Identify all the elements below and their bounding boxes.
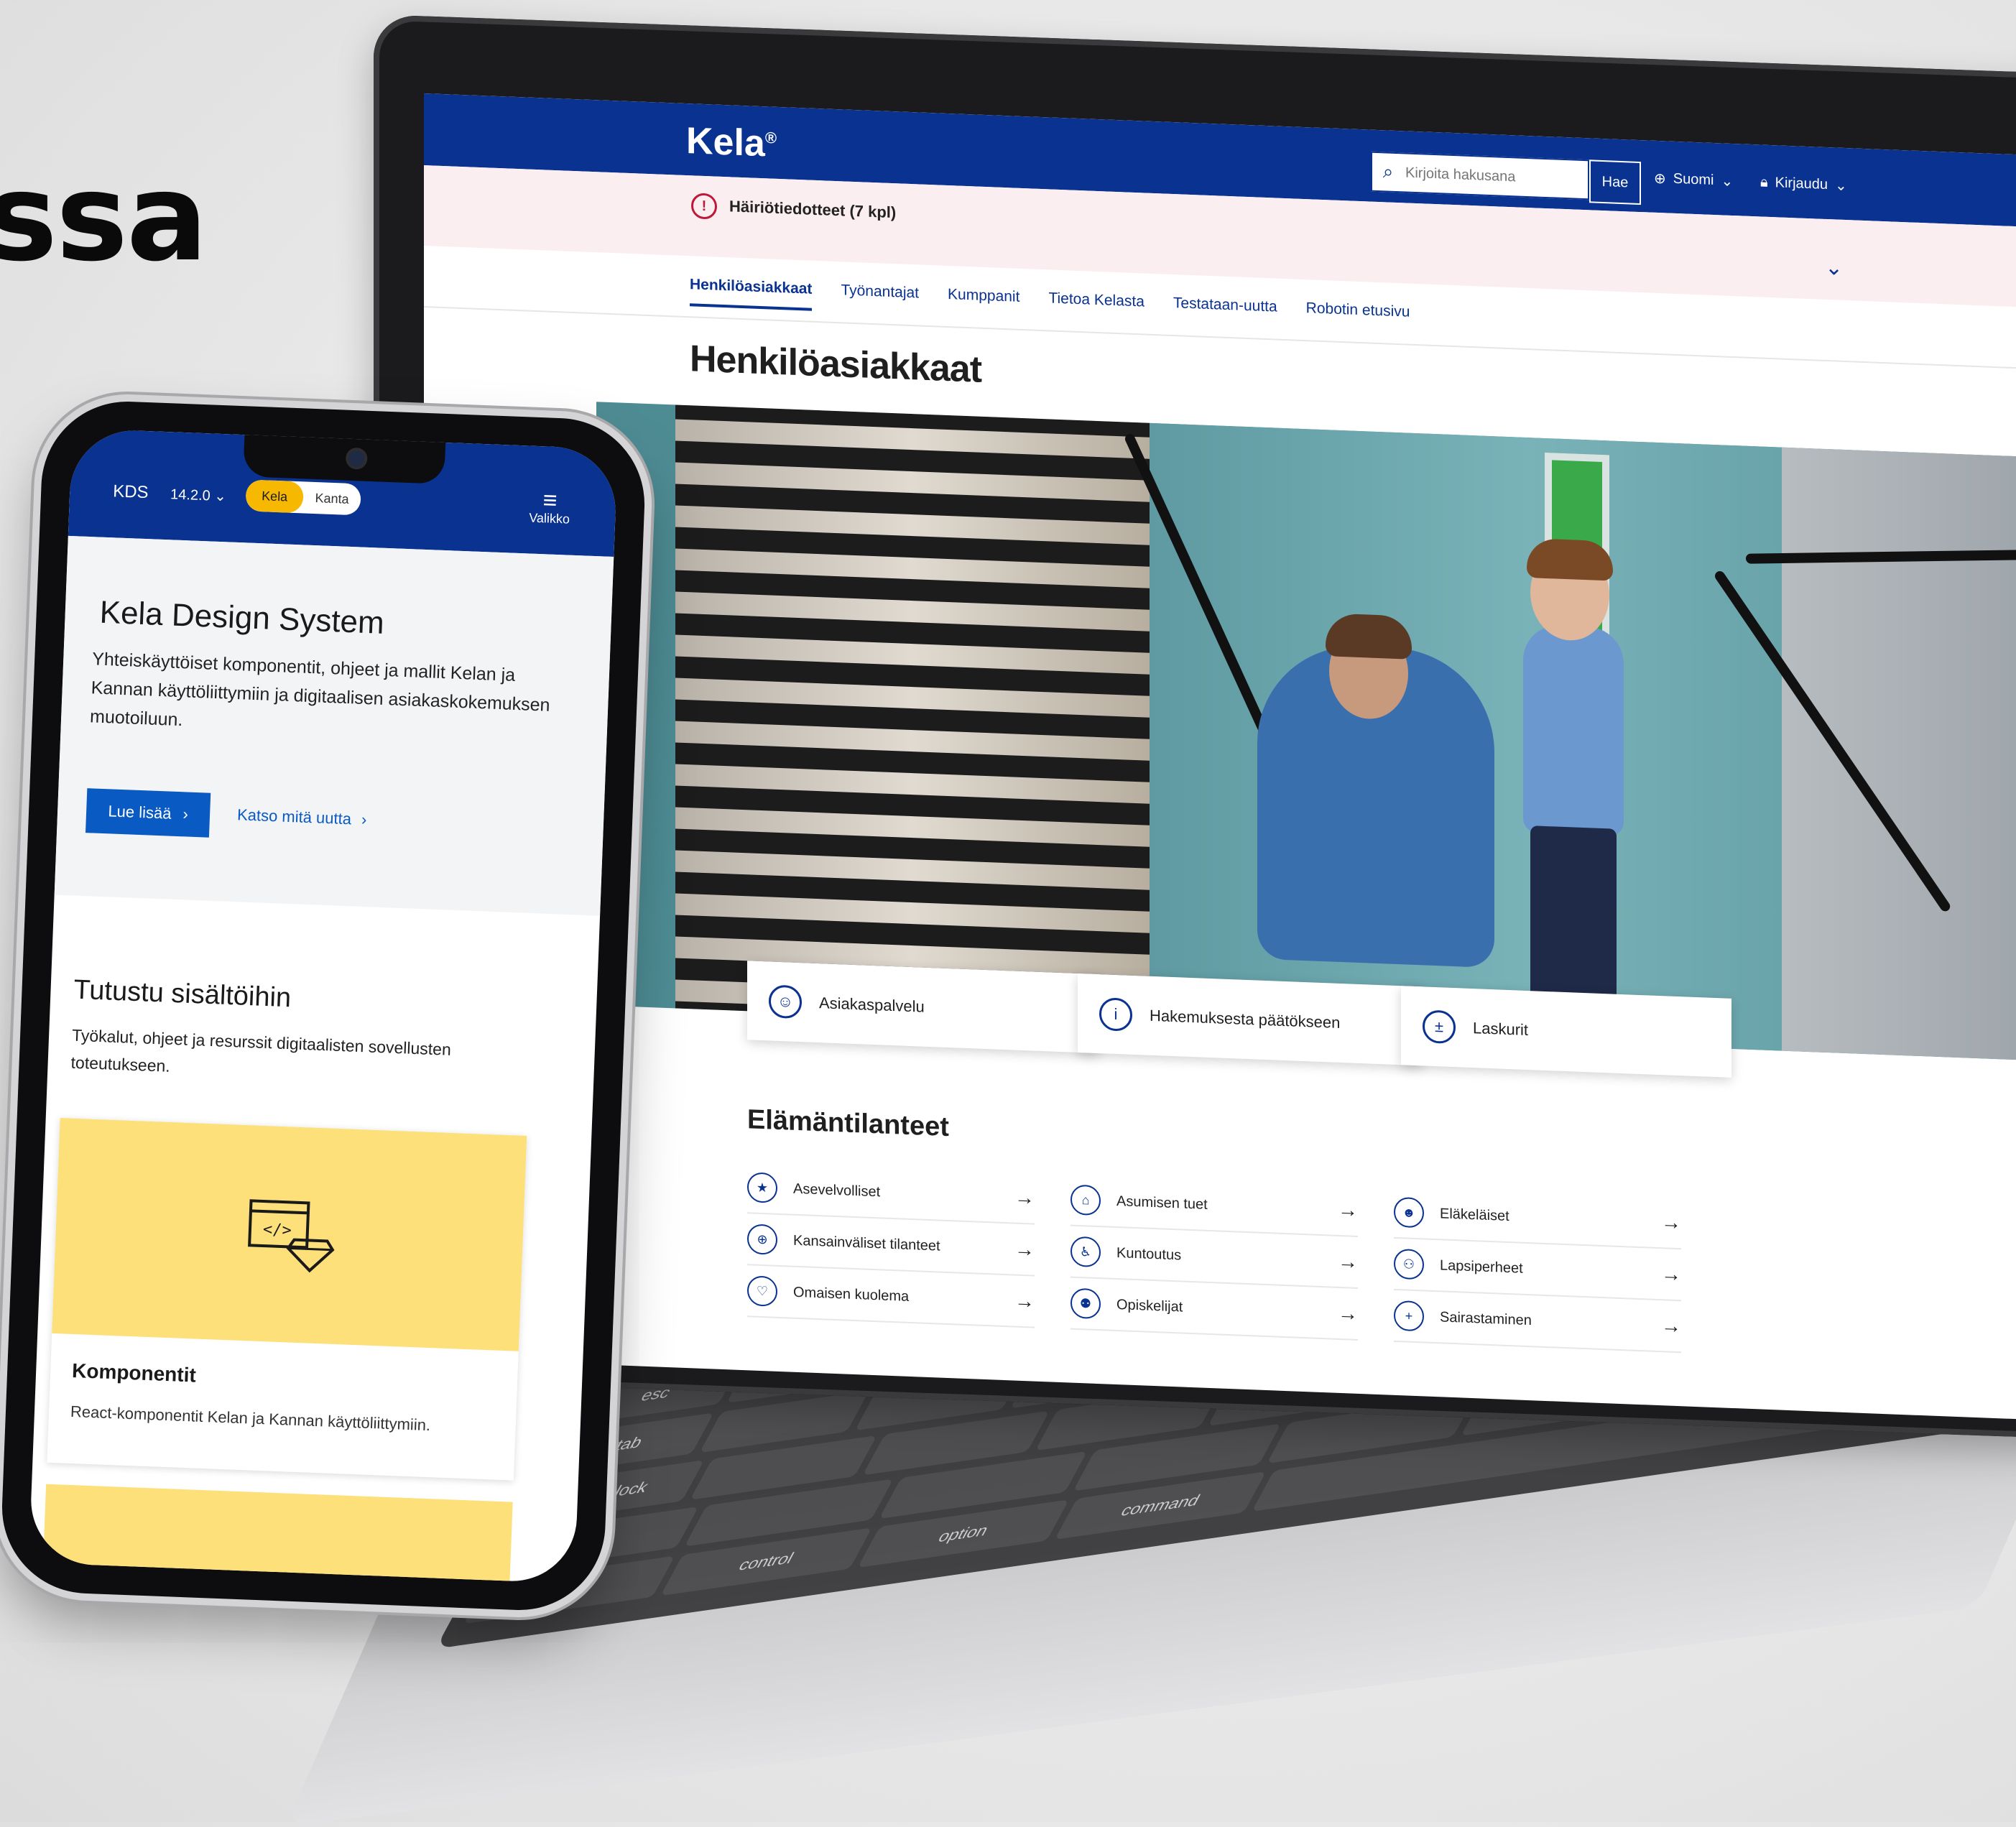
arrow-right-icon: → (1338, 1301, 1358, 1325)
medal-icon: ★ (747, 1172, 777, 1203)
tab-henkiloasiakkaat[interactable]: Henkilöasiakkaat (690, 276, 813, 311)
list-item-label: Kuntoutus (1116, 1244, 1182, 1263)
hero-image (596, 402, 2016, 1061)
heart-icon: ♡ (747, 1275, 777, 1307)
login-label: Kirjaudu (1775, 175, 1828, 193)
calculator-icon: ± (1423, 1009, 1456, 1045)
alert-text: Häiriötiedotteet (7 kpl) (729, 197, 897, 222)
globe-icon: ⊕ (747, 1224, 777, 1255)
alert-icon: ! (691, 193, 717, 220)
section-text: Työkalut, ohjeet ja resurssit digitaalis… (70, 1025, 452, 1076)
kds-brand[interactable]: KDS (113, 481, 149, 503)
family-icon: ⚇ (1394, 1248, 1424, 1280)
svg-text:</>: </> (263, 1221, 292, 1240)
version-selector[interactable]: 14.2.0 ⌄ (170, 485, 227, 505)
person-icon: ☻ (1394, 1196, 1424, 1229)
life-situations-title: Elämäntilanteet (747, 1104, 949, 1143)
arrow-right-icon: → (1014, 1289, 1035, 1313)
search-field[interactable]: ⌕ (1371, 151, 1589, 200)
tab-testataan-uutta[interactable]: Testataan-uutta (1173, 295, 1277, 329)
arrow-right-icon: → (1661, 1314, 1681, 1338)
hero-lead: Yhteiskäyttöiset komponentit, ohjeet ja … (89, 649, 551, 731)
toggle-option-kanta[interactable]: Kanta (302, 481, 361, 515)
phone-notch (243, 433, 446, 484)
logo-mark: ® (764, 128, 777, 147)
language-selector[interactable]: ⊕ Suomi ⌄ (1654, 170, 1733, 190)
students-icon: ⚉ (1071, 1287, 1101, 1320)
list-item-label: Opiskelijat (1116, 1296, 1183, 1315)
language-label: Suomi (1673, 170, 1714, 188)
info-icon: i (1099, 997, 1132, 1032)
phone-screen: KDS 14.2.0 ⌄ Kela Kanta ≡ Valikko Kela D… (28, 427, 619, 1584)
quick-link-laskurit[interactable]: ± Laskurit (1401, 986, 1731, 1078)
menu-label: Valikko (528, 510, 570, 527)
laptop-screen: Kela® ⌕ Hae ⊕ Suomi ⌄ 🔒︎ Kirjaudu ⌄ ! Hä… (424, 93, 2016, 1420)
medical-cross-icon: + (1394, 1300, 1424, 1332)
arrow-right-icon: → (1338, 1249, 1358, 1273)
kela-logo[interactable]: Kela® (686, 119, 777, 166)
headline-fragment: ssa (0, 147, 208, 288)
hamburger-icon: ≡ (542, 486, 558, 514)
quick-link-hakemuksesta-paatokseen[interactable]: i Hakemuksesta päätökseen (1078, 973, 1423, 1066)
read-more-button[interactable]: Lue lisää › (85, 788, 211, 838)
list-item-label: Lapsiperheet (1440, 1257, 1523, 1277)
search-button[interactable]: Hae (1589, 159, 1641, 205)
quick-link-asiakaspalvelu[interactable]: ☺ Asiakaspalvelu (747, 961, 1099, 1054)
login-menu[interactable]: 🔒︎ Kirjaudu ⌄ (1760, 173, 1847, 195)
quick-link-label: Hakemuksesta päätökseen (1150, 1006, 1341, 1032)
code-gem-icon: </> (248, 1199, 335, 1273)
quick-link-label: Asiakaspalvelu (819, 994, 925, 1016)
chevron-down-icon: ⌄ (1835, 177, 1847, 195)
section-title: Tutustu sisältöihin (73, 974, 292, 1014)
phone-device: KDS 14.2.0 ⌄ Kela Kanta ≡ Valikko Kela D… (0, 398, 648, 1614)
list-item-label: Asumisen tuet (1116, 1193, 1208, 1213)
chevron-down-icon: ⌄ (213, 488, 227, 505)
alert-expand-icon[interactable]: ⌄ (1825, 255, 1843, 281)
globe-icon: ⊕ (1654, 170, 1666, 188)
rehab-icon: ♿︎ (1071, 1236, 1101, 1268)
arrow-right-icon: → (1661, 1262, 1681, 1286)
lock-icon: 🔒︎ (1760, 174, 1768, 190)
list-item-label: Asevelvolliset (793, 1180, 881, 1200)
search-input[interactable] (1404, 163, 1550, 188)
main-nav: Henkilöasiakkaat Työnantajat Kumppanit T… (690, 276, 1410, 334)
logo-text: Kela (686, 120, 765, 165)
arrow-right-icon: → (1014, 1185, 1035, 1209)
list-item-label: Eläkeläiset (1440, 1205, 1509, 1224)
search-icon: ⌕ (1382, 160, 1394, 182)
page-title: Henkilöasiakkaat (690, 338, 982, 391)
next-card[interactable] (40, 1484, 513, 1584)
tab-robotin-etusivu[interactable]: Robotin etusivu (1306, 300, 1410, 334)
list-item[interactable]: + Sairastaminen → (1394, 1290, 1681, 1354)
card-text: React-komponentit Kelan ja Kannan käyttö… (70, 1402, 431, 1435)
list-item[interactable]: ⚉ Opiskelijat → (1071, 1277, 1358, 1341)
list-item-label: Kansainväliset tilanteet (793, 1232, 940, 1254)
life-situations-grid: ★ Asevelvolliset → ⌂ Asumisen tuet → ☻ Eläkel… (747, 1162, 1681, 1354)
list-item-label: Sairastaminen (1440, 1308, 1532, 1328)
components-card[interactable]: </> Komponentit React-komponentit Kelan … (47, 1118, 527, 1481)
chevron-right-icon: › (182, 805, 189, 823)
chevron-down-icon: ⌄ (1721, 173, 1734, 190)
list-item[interactable]: ♡ Omaisen kuolema → (747, 1265, 1035, 1328)
card-title: Komponentit (71, 1359, 197, 1387)
arrow-right-icon: → (1338, 1198, 1358, 1221)
arrow-right-icon: → (1014, 1237, 1035, 1261)
arrow-right-icon: → (1661, 1211, 1681, 1234)
menu-button[interactable]: ≡ Valikko (528, 486, 571, 527)
tab-tyonantajat[interactable]: Työnantajat (841, 282, 919, 315)
version-label: 14.2.0 (170, 486, 211, 504)
kela-kanta-toggle[interactable]: Kela Kanta (245, 479, 361, 516)
customer-service-icon: ☺ (769, 984, 802, 1019)
tab-tietoa-kelasta[interactable]: Tietoa Kelasta (1048, 290, 1144, 323)
quick-link-label: Laskurit (1473, 1019, 1529, 1040)
house-icon: ⌂ (1071, 1184, 1101, 1216)
toggle-option-kela[interactable]: Kela (245, 479, 304, 514)
chevron-right-icon: › (361, 810, 367, 829)
card-illustration: </> (52, 1118, 527, 1351)
list-item-label: Omaisen kuolema (793, 1284, 910, 1305)
tab-kumppanit[interactable]: Kumppanit (948, 286, 1019, 319)
button-label: Lue lisää (108, 802, 172, 823)
